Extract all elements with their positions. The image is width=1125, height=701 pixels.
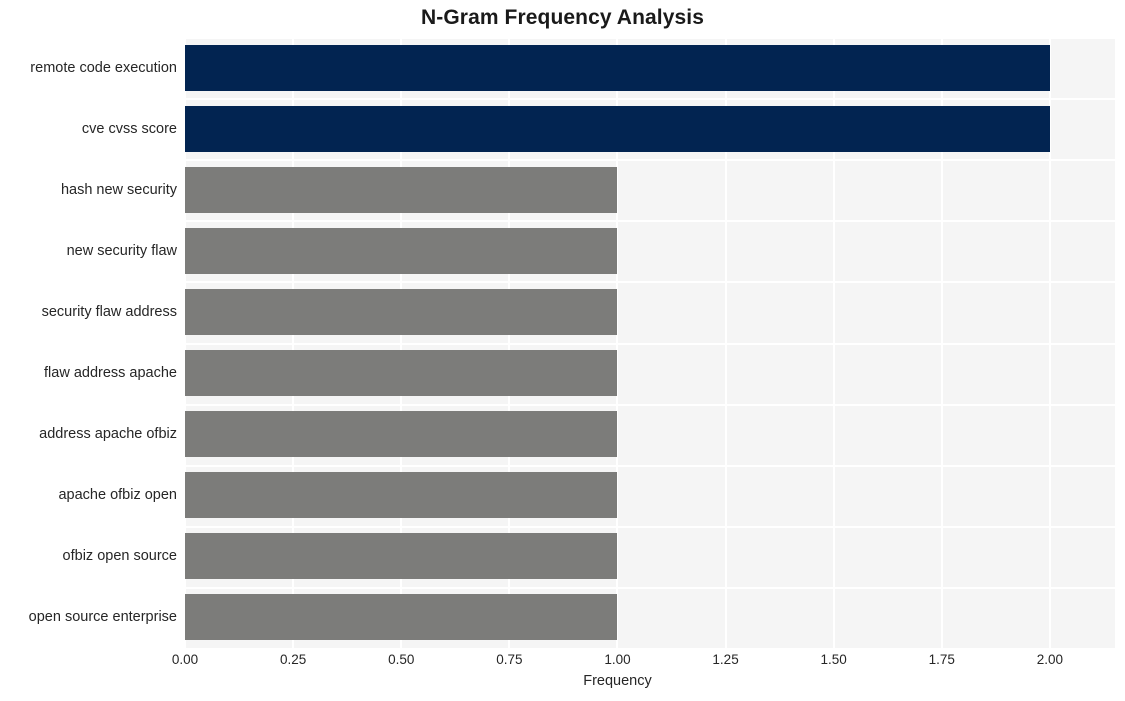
bar[interactable] [185,594,618,641]
bar[interactable] [185,350,618,397]
x-axis-title: Frequency [583,673,652,689]
bar[interactable] [185,227,618,274]
x-axis-tick-label: 1.50 [820,652,847,667]
y-axis-tick-label: new security flaw [66,242,177,259]
y-axis-tick-label: apache ofbiz open [58,487,177,504]
gridline-horizontal [185,587,1115,589]
bar[interactable] [185,105,1050,152]
y-axis-tick-label: flaw address apache [44,365,177,382]
bar[interactable] [185,472,618,519]
ngram-frequency-bar-chart: N-Gram Frequency Analysis remote code ex… [0,0,1125,701]
gridline-horizontal [185,98,1115,100]
gridline-horizontal [185,220,1115,222]
bar[interactable] [185,533,618,580]
x-axis-tick-label: 0.75 [496,652,523,667]
x-axis-tick-label: 1.75 [928,652,955,667]
y-axis-tick-labels: remote code execution cve cvss score hash … [0,37,177,648]
bar[interactable] [185,411,618,458]
gridline-horizontal [185,281,1115,283]
y-axis-tick-label: ofbiz open source [62,548,177,565]
x-axis-tick-label: 0.50 [388,652,415,667]
y-axis-tick-label: security flaw address [41,303,177,320]
gridline-horizontal [185,404,1115,406]
x-axis-tick-labels: 0.00 0.25 0.50 0.75 1.00 1.25 1.50 1.75 2.00 [172,648,1115,674]
x-axis-tick-label: 2.00 [1036,652,1064,667]
chart-title: N-Gram Frequency Analysis [421,6,704,29]
gridline-horizontal [185,343,1115,345]
bar[interactable] [185,166,618,213]
bar[interactable] [185,44,1050,91]
y-axis-tick-label: remote code execution [30,59,177,76]
x-axis-tick-label: 1.25 [712,652,739,667]
y-axis-tick-label: open source enterprise [28,609,177,626]
x-axis-tick-label: 1.00 [604,652,631,667]
y-axis-tick-label: cve cvss score [81,120,177,137]
gridline-horizontal [185,465,1115,467]
x-axis-tick-label: 0.25 [279,652,307,667]
gridline-horizontal [185,526,1115,528]
plot-area [185,37,1115,648]
y-axis-tick-label: address apache ofbiz [39,426,177,443]
gridline-horizontal [185,37,1115,39]
y-axis-tick-label: hash new security [60,181,177,198]
gridline-horizontal [185,159,1115,161]
x-axis-tick-label: 0.00 [171,652,199,667]
bar[interactable] [185,288,618,335]
